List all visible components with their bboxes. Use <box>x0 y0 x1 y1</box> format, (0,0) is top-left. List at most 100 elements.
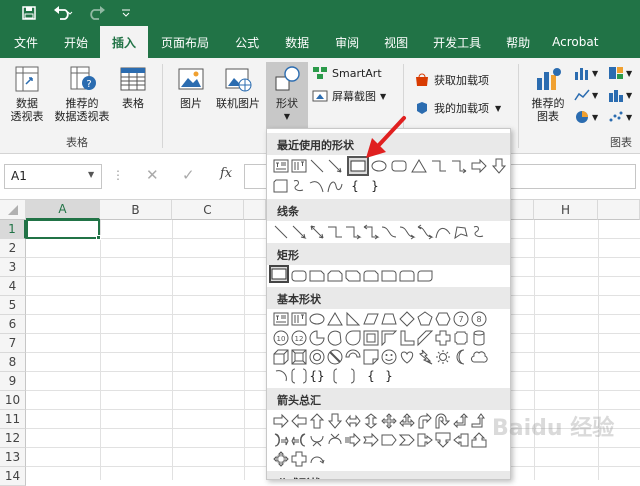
cross-arrow-icon[interactable] <box>289 450 309 468</box>
select-all-corner[interactable] <box>0 200 26 220</box>
hierarchy-chart-button[interactable]: ▼ <box>608 66 632 80</box>
tab-file[interactable]: 文件 <box>0 26 52 58</box>
right-bracket-shape-icon[interactable] <box>343 367 363 385</box>
freeform-shape-icon[interactable] <box>451 223 471 241</box>
tab-view[interactable]: 视图 <box>372 26 420 58</box>
fill-handle[interactable] <box>96 235 101 240</box>
flowchart-card-icon[interactable] <box>271 177 291 195</box>
column-header-d[interactable] <box>244 200 266 220</box>
arrow-line-shape-icon[interactable] <box>289 223 309 241</box>
recommended-pivot-button[interactable]: ? 推荐的 数据透视表 <box>50 64 114 123</box>
pivot-table-button[interactable]: 数据 透视表 <box>6 64 48 123</box>
curve-shape-icon[interactable] <box>433 223 453 241</box>
chevron-shape-icon[interactable] <box>397 431 417 449</box>
can-shape-icon[interactable] <box>469 329 489 347</box>
column-header-g[interactable] <box>511 200 534 220</box>
tab-data[interactable]: 数据 <box>272 26 322 58</box>
smartart-button[interactable]: SmartArt <box>312 66 382 80</box>
row-header-3[interactable]: 3 <box>0 258 26 277</box>
get-addins-button[interactable]: 获取加载项 <box>414 72 489 88</box>
undo-icon[interactable] <box>48 3 78 23</box>
column-header-a[interactable]: A <box>26 200 100 220</box>
vertical-textbox-shape-icon[interactable] <box>289 310 309 328</box>
my-addins-button[interactable]: 我的加载项 ▼ <box>414 100 501 116</box>
redo-icon[interactable] <box>84 3 112 23</box>
cube-shape-icon[interactable] <box>271 348 291 366</box>
right-brace-shape-icon[interactable]: } <box>365 177 385 195</box>
right-arrow-shape-icon[interactable] <box>271 412 291 430</box>
triangle-shape-icon[interactable] <box>409 157 429 175</box>
screenshot-button[interactable]: 屏幕截图 ▼ <box>312 88 386 104</box>
left-up-arrow-shape-icon[interactable] <box>451 412 471 430</box>
bevel-shape-icon[interactable] <box>289 348 309 366</box>
wave-curve-shape-icon[interactable] <box>325 177 345 195</box>
right-brace-shape-icon[interactable]: } <box>379 367 399 385</box>
half-frame-shape-icon[interactable] <box>379 329 399 347</box>
bent-up-arrow-shape-icon[interactable] <box>469 412 489 430</box>
tab-page-layout[interactable]: 页面布局 <box>148 26 222 58</box>
tab-acrobat[interactable]: Acrobat <box>542 26 608 58</box>
rounded-rect-shape-icon[interactable] <box>289 267 309 285</box>
right-arrow-shape-icon[interactable] <box>469 157 489 175</box>
trapezoid-shape-icon[interactable] <box>379 310 399 328</box>
elbow-connector-icon[interactable] <box>429 157 449 175</box>
arrow-line-shape-icon[interactable] <box>325 157 345 175</box>
lightning-bolt-shape-icon[interactable] <box>415 348 435 366</box>
striped-right-arrow-icon[interactable] <box>343 431 363 449</box>
row-header-7[interactable]: 7 <box>0 334 26 353</box>
online-picture-button[interactable]: 联机图片 <box>212 64 264 110</box>
insert-function-icon[interactable]: fx <box>220 166 232 181</box>
tab-help[interactable]: 帮助 <box>494 26 542 58</box>
shapes-button[interactable]: 形状 ▼ <box>268 64 306 123</box>
row-header-5[interactable]: 5 <box>0 296 26 315</box>
column-header-b[interactable]: B <box>100 200 172 220</box>
line-shape-icon[interactable] <box>307 157 327 175</box>
curved-up-arrow-icon[interactable] <box>307 431 327 449</box>
column-header-c[interactable]: C <box>172 200 244 220</box>
scatter-chart-button[interactable]: ▼ <box>608 110 632 124</box>
plaque-shape-icon[interactable] <box>451 329 471 347</box>
down-arrow-shape-icon[interactable] <box>489 157 509 175</box>
cancel-icon[interactable]: ✕ <box>146 166 159 184</box>
cloud-shape-icon[interactable] <box>469 348 489 366</box>
line-shape-icon[interactable] <box>271 223 291 241</box>
elbow-arrow-connector-icon[interactable] <box>343 223 363 241</box>
row-header-8[interactable]: 8 <box>0 353 26 372</box>
column-header-i[interactable] <box>598 200 640 220</box>
column-chart-button[interactable]: ▼ <box>574 66 598 80</box>
snip-round-rect-icon[interactable] <box>361 267 381 285</box>
smiley-face-shape-icon[interactable] <box>379 348 399 366</box>
bent-arrow-shape-icon[interactable] <box>415 412 435 430</box>
tab-home[interactable]: 开始 <box>52 26 100 58</box>
row-header-10[interactable]: 10 <box>0 391 26 410</box>
oval-shape-icon[interactable] <box>307 310 327 328</box>
namebox-chevron-icon[interactable]: ▼ <box>88 170 94 179</box>
up-arrow-shape-icon[interactable] <box>307 412 327 430</box>
pie-chart-button[interactable]: ▼ <box>574 110 598 124</box>
textbox-shape-icon[interactable] <box>271 157 291 175</box>
left-brace-shape-icon[interactable]: { <box>361 367 381 385</box>
statistic-chart-button[interactable]: ▼ <box>608 88 632 102</box>
double-bracket-shape-icon[interactable] <box>289 367 309 385</box>
table-button[interactable]: 表格 <box>116 64 150 110</box>
right-triangle-shape-icon[interactable] <box>343 310 363 328</box>
down-arrow-callout-icon[interactable] <box>433 431 453 449</box>
block-arc-shape-icon[interactable] <box>343 348 363 366</box>
picture-button[interactable]: 图片 <box>172 64 210 110</box>
u-turn-arrow-shape-icon[interactable] <box>433 412 453 430</box>
l-shape-icon[interactable] <box>397 329 417 347</box>
teardrop-shape-icon[interactable] <box>343 329 363 347</box>
pentagon-shape-icon[interactable] <box>415 310 435 328</box>
active-cell-a1[interactable] <box>26 219 100 239</box>
curved-left-arrow-icon[interactable] <box>289 431 309 449</box>
customize-qat-icon[interactable] <box>118 3 134 23</box>
double-arrow-line-icon[interactable] <box>307 223 327 241</box>
tab-developer[interactable]: 开发工具 <box>420 26 494 58</box>
heart-shape-icon[interactable] <box>397 348 417 366</box>
snip-same-side-rect-icon[interactable] <box>325 267 345 285</box>
round-same-side-rect-icon[interactable] <box>397 267 417 285</box>
line-chart-button[interactable]: ▼ <box>574 88 598 102</box>
left-right-up-arrow-icon[interactable] <box>397 412 417 430</box>
round-single-corner-rect-icon[interactable] <box>379 267 399 285</box>
row-header-14[interactable]: 14 <box>0 467 26 486</box>
